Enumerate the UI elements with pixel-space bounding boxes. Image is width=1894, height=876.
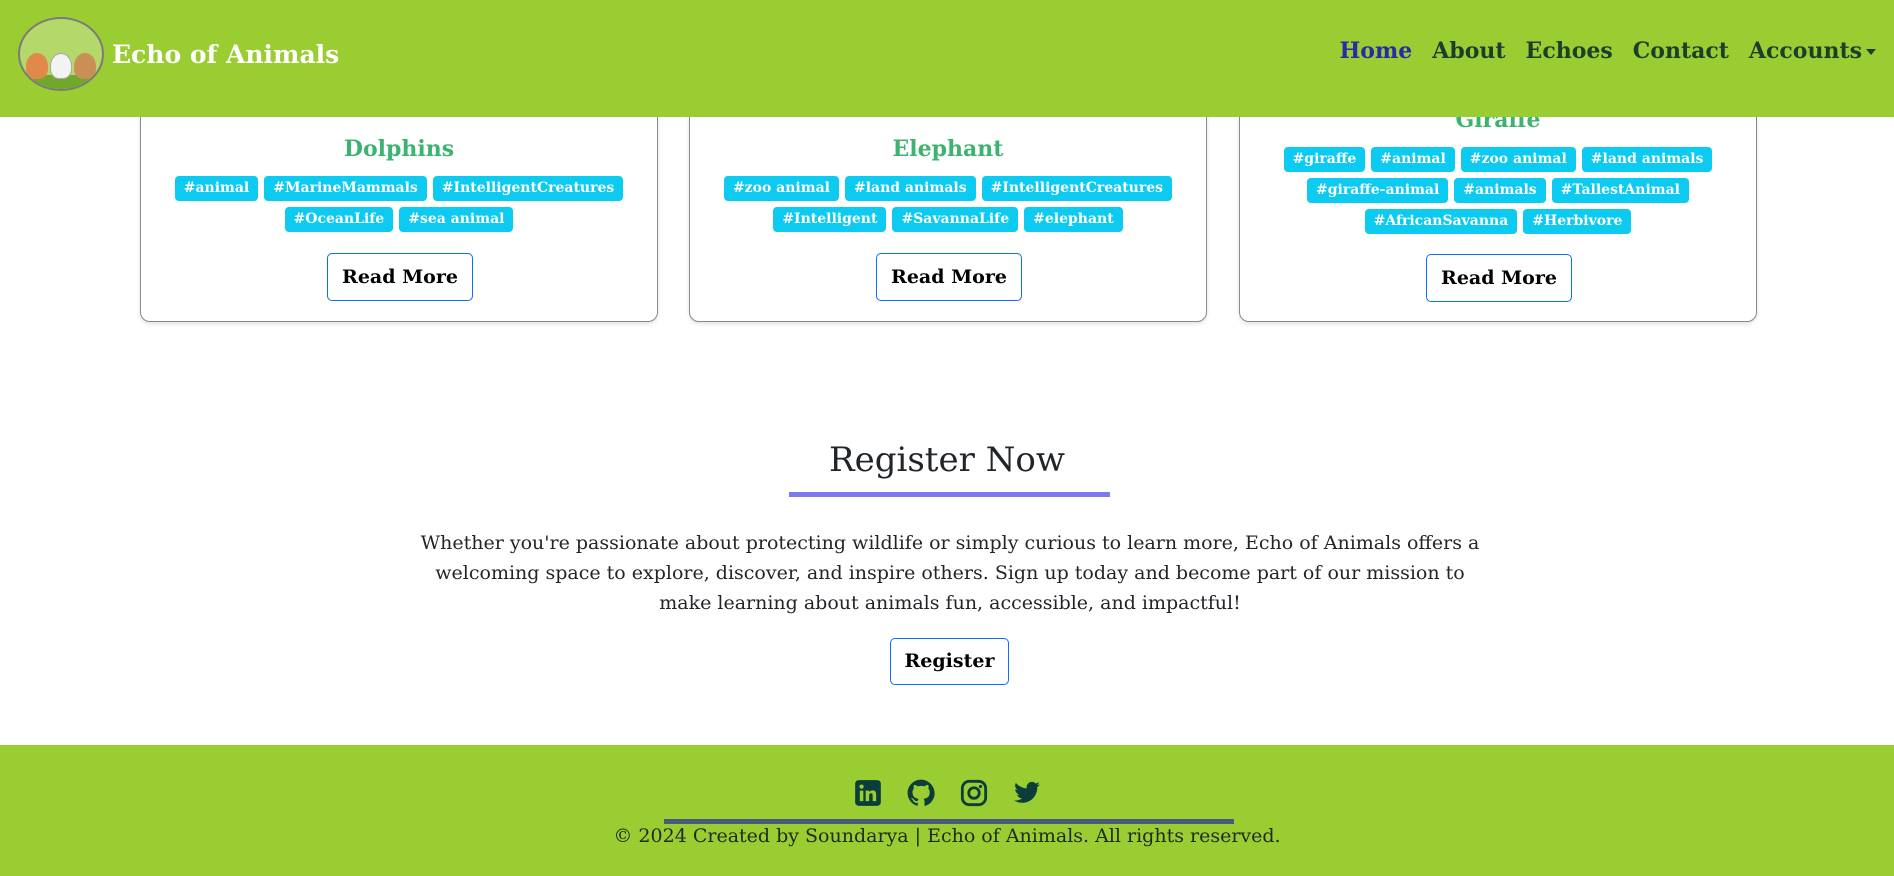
twitter-icon[interactable]	[1013, 779, 1041, 807]
tag[interactable]: #land animals	[844, 176, 976, 201]
tag[interactable]: #IntelligentCreatures	[432, 176, 624, 201]
footer-divider	[664, 819, 1234, 824]
register-button[interactable]: Register	[890, 638, 1009, 685]
navbar: Echo of Animals Home About Echoes Contac…	[0, 0, 1894, 117]
tag[interactable]: #TallestAnimal	[1551, 178, 1689, 203]
nav-contact[interactable]: Contact	[1633, 38, 1729, 64]
tag[interactable]: #animal	[174, 176, 259, 201]
footer: © 2024 Created by Soundarya | Echo of An…	[0, 745, 1894, 876]
read-more-button[interactable]: Read More	[876, 253, 1022, 301]
brand-name: Echo of Animals	[112, 39, 340, 69]
nav-accounts-dropdown[interactable]: Accounts	[1749, 38, 1876, 64]
nav-echoes[interactable]: Echoes	[1526, 38, 1613, 64]
tag[interactable]: #Intelligent	[773, 207, 887, 232]
tag[interactable]: #AfricanSavanna	[1364, 209, 1518, 234]
tag[interactable]: #MarineMammals	[264, 176, 427, 201]
tag[interactable]: #animals	[1454, 178, 1546, 203]
tag[interactable]: #sea animal	[399, 207, 514, 232]
nav-about[interactable]: About	[1432, 38, 1505, 64]
tag-list: #animal #MarineMammals #IntelligentCreat…	[161, 176, 637, 232]
github-icon[interactable]	[907, 779, 935, 807]
copyright-text: © 2024 Created by Soundarya | Echo of An…	[613, 825, 1281, 847]
tag-list: #zoo animal #land animals #IntelligentCr…	[710, 176, 1186, 232]
read-more-button[interactable]: Read More	[327, 253, 473, 301]
title-underline	[789, 492, 1110, 497]
tag[interactable]: #Herbivore	[1523, 209, 1632, 234]
tag[interactable]: #zoo animal	[1460, 147, 1576, 172]
caret-down-icon	[1866, 49, 1876, 55]
card-title: Dolphins	[343, 136, 455, 162]
tag[interactable]: #giraffe	[1283, 147, 1366, 172]
social-links	[0, 779, 1894, 807]
tag[interactable]: #animal	[1371, 147, 1455, 172]
tag[interactable]: #OceanLife	[284, 207, 394, 232]
card-title: Elephant	[892, 136, 1004, 162]
instagram-icon[interactable]	[960, 779, 988, 807]
nav-home[interactable]: Home	[1340, 38, 1413, 64]
read-more-button[interactable]: Read More	[1426, 254, 1572, 302]
linkedin-icon[interactable]	[854, 779, 882, 807]
tag[interactable]: #SavannaLife	[892, 207, 1019, 232]
logo-icon	[18, 17, 104, 91]
tag-list: #giraffe #animal #zoo animal #land anima…	[1260, 147, 1736, 234]
tag[interactable]: #giraffe-animal	[1307, 178, 1449, 203]
nav-accounts-label: Accounts	[1748, 38, 1862, 64]
tag[interactable]: #zoo animal	[723, 176, 839, 201]
tag[interactable]: #IntelligentCreatures	[981, 176, 1173, 201]
main-nav: Home About Echoes Contact Accounts	[1320, 38, 1876, 64]
brand[interactable]: Echo of Animals	[18, 17, 339, 91]
tag[interactable]: #land animals	[1581, 147, 1713, 172]
tag[interactable]: #elephant	[1024, 207, 1123, 232]
register-description: Whether you're passionate about protecti…	[420, 532, 1480, 614]
register-title: Register Now	[829, 440, 1065, 480]
